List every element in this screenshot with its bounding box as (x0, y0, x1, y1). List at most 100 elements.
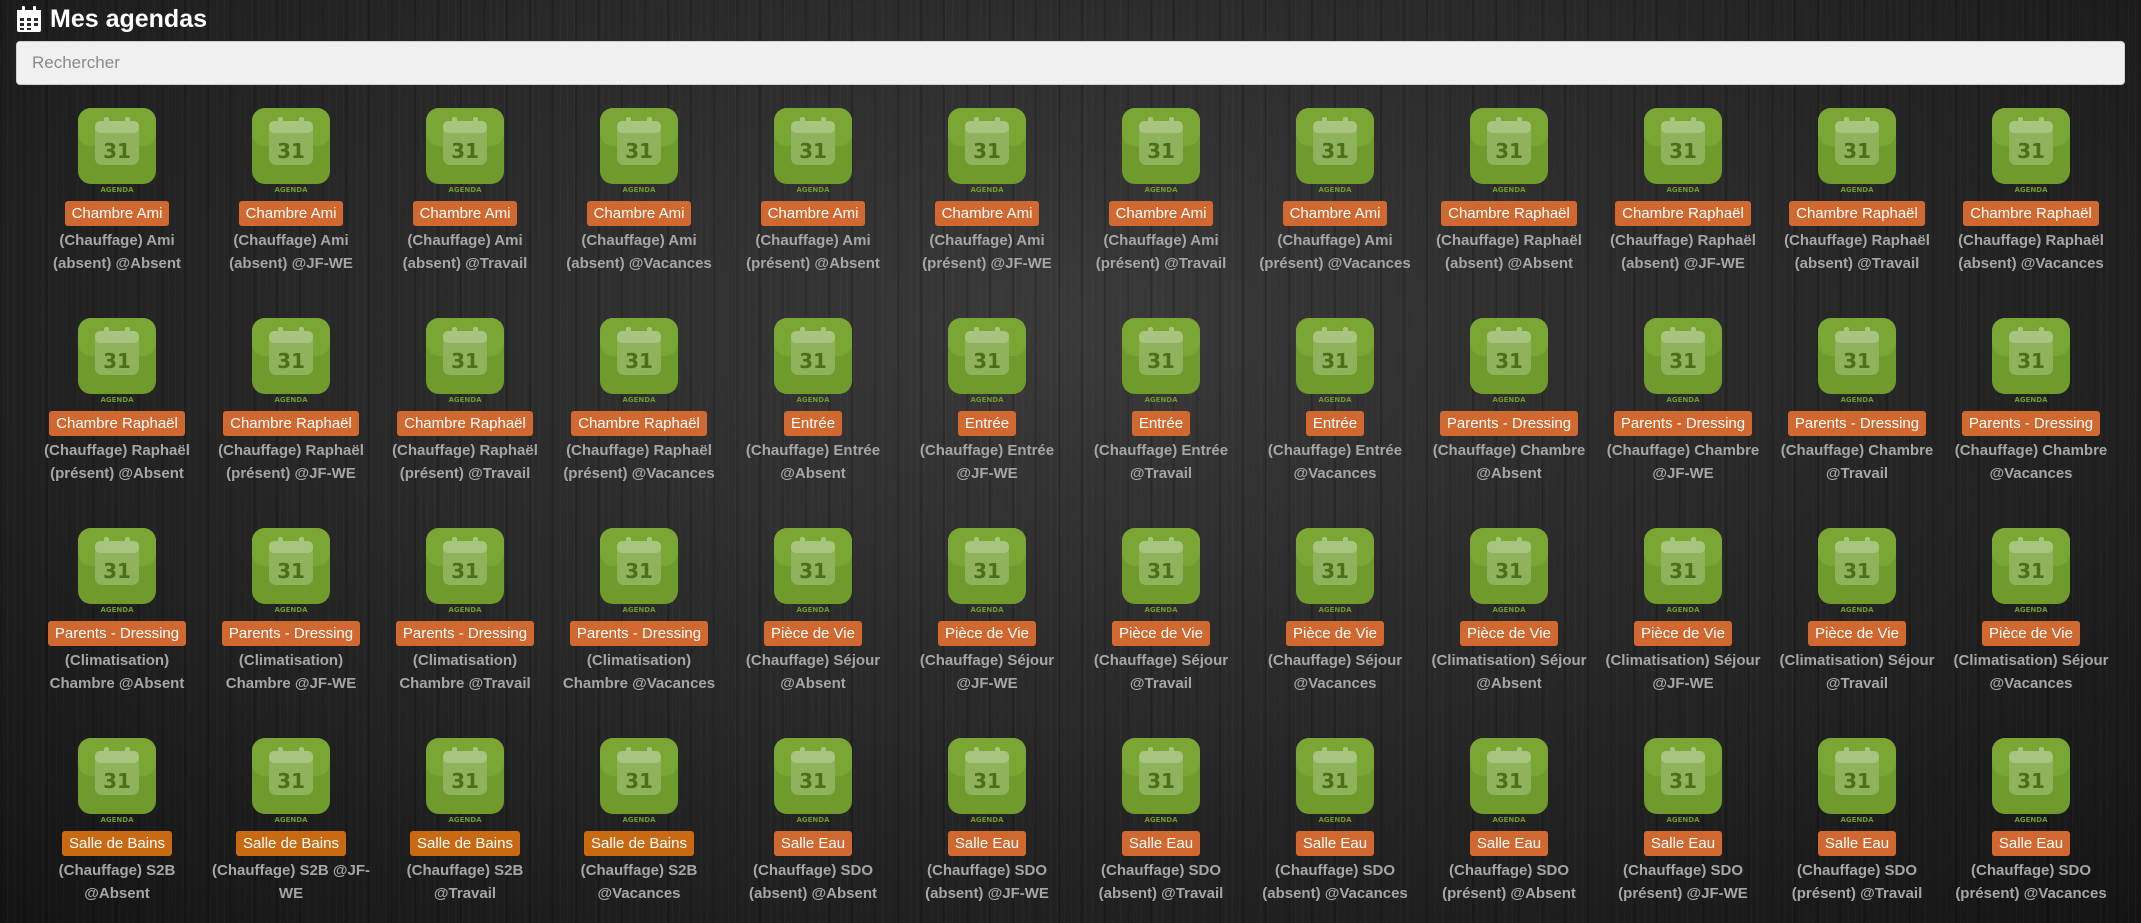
room-badge: Pièce de Vie (1286, 621, 1384, 646)
agenda-calendar-icon: 31 AGENDA (1122, 108, 1200, 194)
agenda-card[interactable]: 31 AGENDA Chambre Raphaël (Chauffage) Ra… (1770, 108, 1944, 318)
agenda-card[interactable]: 31 AGENDA Chambre Raphaël (Chauffage) Ra… (1422, 108, 1596, 318)
agenda-day-number: 31 (2017, 559, 2045, 583)
agenda-caption: AGENDA (796, 816, 830, 824)
agenda-card[interactable]: 31 AGENDA Parents - Dressing (Climatisat… (30, 528, 204, 738)
agenda-card[interactable]: 31 AGENDA Chambre Raphaël (Chauffage) Ra… (204, 318, 378, 528)
agenda-calendar-icon: 31 AGENDA (1296, 318, 1374, 404)
agenda-card[interactable]: 31 AGENDA Salle Eau (Chauffage) SDO (pré… (1596, 738, 1770, 923)
agenda-name: (Chauffage) S2B @Travail (406, 862, 524, 902)
agenda-card[interactable]: 31 AGENDA Chambre Raphaël (Chauffage) Ra… (552, 318, 726, 528)
room-badge: Entrée (957, 411, 1017, 436)
agenda-name: (Chauffage) Raphaël (absent) @JF-WE (1610, 232, 1756, 272)
agenda-card[interactable]: 31 AGENDA Salle Eau (Chauffage) SDO (abs… (900, 738, 1074, 923)
agenda-card[interactable]: 31 AGENDA Salle Eau (Chauffage) SDO (pré… (1770, 738, 1944, 923)
calendar-icon (16, 5, 42, 33)
agenda-name: (Chauffage) Ami (présent) @Vacances (1259, 232, 1411, 272)
agenda-card[interactable]: 31 AGENDA Parents - Dressing (Chauffage)… (1422, 318, 1596, 528)
agenda-calendar-icon: 31 AGENDA (948, 318, 1026, 404)
agenda-name: (Chauffage) Raphaël (présent) @Vacances (563, 442, 715, 482)
agenda-card[interactable]: 31 AGENDA Chambre Ami (Chauffage) Ami (p… (726, 108, 900, 318)
agenda-caption: AGENDA (1492, 816, 1526, 824)
agenda-card[interactable]: 31 AGENDA Salle Eau (Chauffage) SDO (pré… (1422, 738, 1596, 923)
agenda-caption: AGENDA (970, 396, 1004, 404)
agenda-card[interactable]: 31 AGENDA Pièce de Vie (Chauffage) Séjou… (1074, 528, 1248, 738)
agenda-card[interactable]: 31 AGENDA Chambre Ami (Chauffage) Ami (p… (1248, 108, 1422, 318)
agenda-card[interactable]: 31 AGENDA Chambre Raphaël (Chauffage) Ra… (30, 318, 204, 528)
agenda-card[interactable]: 31 AGENDA Chambre Ami (Chauffage) Ami (p… (900, 108, 1074, 318)
agenda-name: (Chauffage) SDO (absent) @JF-WE (925, 862, 1049, 902)
agenda-calendar-icon: 31 AGENDA (774, 108, 852, 194)
agenda-card[interactable]: 31 AGENDA Chambre Raphaël (Chauffage) Ra… (378, 318, 552, 528)
agenda-card[interactable]: 31 AGENDA Parents - Dressing (Chauffage)… (1770, 318, 1944, 528)
agenda-name: (Climatisation) Séjour @Vacances (1953, 652, 2109, 692)
agenda-calendar-icon: 31 AGENDA (1470, 108, 1548, 194)
agenda-card[interactable]: 31 AGENDA Pièce de Vie (Climatisation) S… (1770, 528, 1944, 738)
agenda-card[interactable]: 31 AGENDA Pièce de Vie (Chauffage) Séjou… (726, 528, 900, 738)
agenda-day-number: 31 (1495, 769, 1523, 793)
agenda-caption: AGENDA (1144, 396, 1178, 404)
agenda-card[interactable]: 31 AGENDA Chambre Raphaël (Chauffage) Ra… (1596, 108, 1770, 318)
agenda-calendar-icon: 31 AGENDA (1470, 738, 1548, 824)
room-badge: Parents - Dressing (1787, 411, 1927, 436)
agenda-card[interactable]: 31 AGENDA Salle Eau (Chauffage) SDO (pré… (1944, 738, 2118, 923)
agenda-day-number: 31 (277, 769, 305, 793)
agenda-card[interactable]: 31 AGENDA Parents - Dressing (Chauffage)… (1944, 318, 2118, 528)
agenda-name: (Chauffage) Ami (absent) @Absent (53, 232, 181, 272)
search-input[interactable] (16, 41, 2125, 85)
agenda-calendar-icon: 31 AGENDA (1992, 108, 2070, 194)
agenda-caption: AGENDA (1318, 186, 1352, 194)
room-badge: Pièce de Vie (1808, 621, 1906, 646)
agenda-caption: AGENDA (274, 186, 308, 194)
agenda-name: (Chauffage) SDO (présent) @Absent (1442, 862, 1576, 902)
room-badge: Parents - Dressing (569, 621, 709, 646)
agenda-card[interactable]: 31 AGENDA Salle de Bains (Chauffage) S2B… (378, 738, 552, 923)
agenda-card[interactable]: 31 AGENDA Chambre Ami (Chauffage) Ami (p… (1074, 108, 1248, 318)
agenda-caption: AGENDA (448, 816, 482, 824)
agenda-card[interactable]: 31 AGENDA Salle Eau (Chauffage) SDO (abs… (726, 738, 900, 923)
room-badge: Salle Eau (1295, 831, 1375, 856)
agenda-card[interactable]: 31 AGENDA Pièce de Vie (Climatisation) S… (1596, 528, 1770, 738)
agenda-card[interactable]: 31 AGENDA Entrée (Chauffage) Entrée @Abs… (726, 318, 900, 528)
agenda-caption: AGENDA (1144, 816, 1178, 824)
agenda-card[interactable]: 31 AGENDA Parents - Dressing (Climatisat… (378, 528, 552, 738)
room-badge: Salle de Bains (236, 831, 346, 856)
agenda-caption: AGENDA (2014, 186, 2048, 194)
agenda-card[interactable]: 31 AGENDA Parents - Dressing (Climatisat… (552, 528, 726, 738)
agenda-name: (Chauffage) Ami (absent) @Vacances (566, 232, 712, 272)
agenda-card[interactable]: 31 AGENDA Salle de Bains (Chauffage) S2B… (204, 738, 378, 923)
agenda-card[interactable]: 31 AGENDA Entrée (Chauffage) Entrée @Vac… (1248, 318, 1422, 528)
agenda-card[interactable]: 31 AGENDA Chambre Raphaël (Chauffage) Ra… (1944, 108, 2118, 318)
agenda-card[interactable]: 31 AGENDA Salle de Bains (Chauffage) S2B… (552, 738, 726, 923)
agenda-caption: AGENDA (1666, 816, 1700, 824)
agenda-card[interactable]: 31 AGENDA Chambre Ami (Chauffage) Ami (a… (378, 108, 552, 318)
agenda-card[interactable]: 31 AGENDA Pièce de Vie (Climatisation) S… (1422, 528, 1596, 738)
agenda-day-number: 31 (1495, 139, 1523, 163)
agenda-card[interactable]: 31 AGENDA Pièce de Vie (Chauffage) Séjou… (900, 528, 1074, 738)
agenda-card[interactable]: 31 AGENDA Chambre Ami (Chauffage) Ami (a… (552, 108, 726, 318)
agenda-card[interactable]: 31 AGENDA Chambre Ami (Chauffage) Ami (a… (30, 108, 204, 318)
agenda-card[interactable]: 31 AGENDA Salle Eau (Chauffage) SDO (abs… (1074, 738, 1248, 923)
room-badge: Chambre Ami (238, 201, 344, 226)
room-badge: Chambre Ami (934, 201, 1040, 226)
page-header: Mes agendas (16, 2, 207, 36)
agenda-card[interactable]: 31 AGENDA Pièce de Vie (Climatisation) S… (1944, 528, 2118, 738)
agenda-caption: AGENDA (448, 396, 482, 404)
agenda-card[interactable]: 31 AGENDA Chambre Ami (Chauffage) Ami (a… (204, 108, 378, 318)
agenda-calendar-icon: 31 AGENDA (252, 318, 330, 404)
agenda-caption: AGENDA (1666, 186, 1700, 194)
agenda-card[interactable]: 31 AGENDA Salle Eau (Chauffage) SDO (abs… (1248, 738, 1422, 923)
agenda-name: (Chauffage) S2B @Vacances (580, 862, 698, 902)
agenda-day-number: 31 (103, 559, 131, 583)
agenda-card[interactable]: 31 AGENDA Entrée (Chauffage) Entrée @Tra… (1074, 318, 1248, 528)
room-badge: Chambre Ami (412, 201, 518, 226)
agenda-card[interactable]: 31 AGENDA Parents - Dressing (Climatisat… (204, 528, 378, 738)
agenda-name: (Chauffage) Chambre @Absent (1432, 442, 1586, 482)
agenda-card[interactable]: 31 AGENDA Salle de Bains (Chauffage) S2B… (30, 738, 204, 923)
agenda-caption: AGENDA (622, 606, 656, 614)
room-badge: Pièce de Vie (1112, 621, 1210, 646)
agenda-card[interactable]: 31 AGENDA Entrée (Chauffage) Entrée @JF-… (900, 318, 1074, 528)
agenda-card[interactable]: 31 AGENDA Pièce de Vie (Chauffage) Séjou… (1248, 528, 1422, 738)
agenda-card[interactable]: 31 AGENDA Parents - Dressing (Chauffage)… (1596, 318, 1770, 528)
agenda-day-number: 31 (451, 139, 479, 163)
